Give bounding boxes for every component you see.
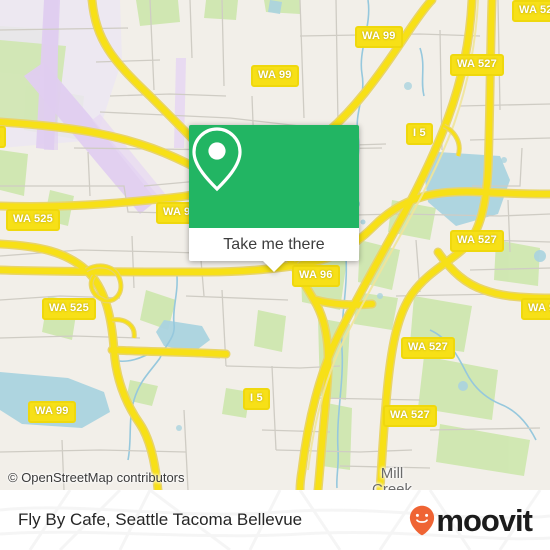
road-shield[interactable]: 5: [0, 126, 7, 148]
road-shield[interactable]: WA 525: [6, 209, 60, 231]
take-me-there-label: Take me there: [223, 235, 325, 253]
moovit-smiley-pin-icon: [410, 505, 435, 535]
moovit-brand[interactable]: moovit: [409, 502, 533, 538]
road-shield[interactable]: WA 525: [42, 298, 96, 320]
road-shield[interactable]: WA 527: [512, 0, 550, 22]
road-shield[interactable]: WA 527: [450, 230, 504, 252]
place-label: Mill Creek: [372, 465, 413, 491]
road-shield[interactable]: I 5: [243, 388, 270, 410]
map-canvas[interactable]: WA 99 WA 527 WA 99 I 5 WA 525 WA 99 WA 527 WA 9…: [0, 0, 550, 490]
road-shield[interactable]: WA 527: [450, 54, 504, 76]
road-shield[interactable]: WA 9: [521, 298, 550, 320]
road-shield[interactable]: WA 99: [355, 26, 403, 48]
road-shield[interactable]: WA 99: [251, 65, 299, 87]
map-screenshot: WA 99 WA 527 WA 99 I 5 WA 525 WA 99 WA 527 WA 9…: [0, 0, 550, 550]
road-shield[interactable]: WA 99: [28, 401, 76, 423]
callout-image-panel: [189, 125, 359, 228]
location-callout-card[interactable]: Take me there: [189, 125, 359, 272]
road-shield[interactable]: WA 527: [383, 405, 437, 427]
callout-pointer-tail: [263, 261, 285, 272]
bottom-info-bar: Fly By Cafe, Seattle Tacoma Bellevue moo…: [0, 490, 550, 550]
callout-action-panel[interactable]: Take me there: [189, 228, 359, 272]
road-shield[interactable]: WA 96: [292, 265, 340, 287]
moovit-wordmark: moovit: [436, 502, 533, 538]
road-shield[interactable]: WA 527: [401, 337, 455, 359]
place-name-label: Fly By Cafe, Seattle Tacoma Bellevue: [18, 510, 303, 529]
map-attribution[interactable]: © OpenStreetMap contributors: [8, 470, 185, 485]
road-shield[interactable]: I 5: [406, 123, 433, 145]
map-pin-icon: [192, 127, 242, 192]
